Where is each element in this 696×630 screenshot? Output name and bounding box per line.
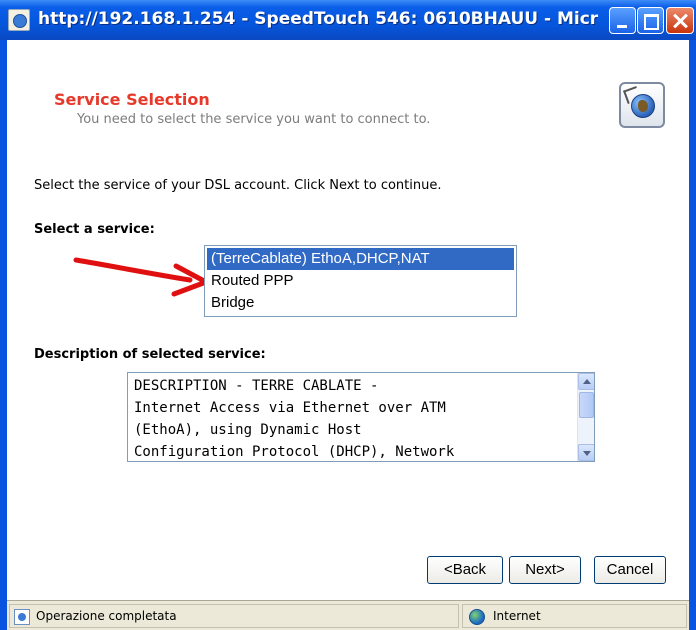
page-done-icon bbox=[14, 609, 30, 625]
service-listbox[interactable]: (TerreCablate) EthoA,DHCP,NAT Routed PPP… bbox=[204, 245, 517, 317]
security-zone-pane[interactable]: Internet bbox=[462, 604, 687, 628]
back-button[interactable]: <Back bbox=[427, 556, 503, 584]
wizard-page: Service Selection You need to select the… bbox=[7, 40, 689, 600]
scroll-down-icon[interactable] bbox=[578, 444, 594, 461]
scroll-thumb[interactable] bbox=[579, 392, 594, 418]
ie-page-icon bbox=[8, 9, 30, 31]
next-button[interactable]: Next> bbox=[509, 556, 581, 584]
scroll-up-icon[interactable] bbox=[578, 373, 594, 390]
maximize-button[interactable] bbox=[637, 7, 664, 34]
close-button[interactable] bbox=[666, 7, 694, 34]
service-option-routed-ppp[interactable]: Routed PPP bbox=[207, 270, 514, 292]
service-option-terrecablate[interactable]: (TerreCablate) EthoA,DHCP,NAT bbox=[207, 248, 514, 270]
internet-globe-icon bbox=[469, 609, 485, 625]
service-select-label: Select a service: bbox=[34, 222, 155, 237]
service-option-bridge[interactable]: Bridge bbox=[207, 292, 514, 314]
browser-window: http://192.168.1.254 - SpeedTouch 546: 0… bbox=[0, 0, 696, 630]
description-line: Internet Access via Ethernet over ATM bbox=[134, 400, 446, 416]
security-zone-label: Internet bbox=[493, 609, 541, 623]
network-globe-icon bbox=[619, 82, 665, 128]
title-bar[interactable]: http://192.168.1.254 - SpeedTouch 546: 0… bbox=[0, 0, 696, 40]
description-scrollbar[interactable] bbox=[577, 373, 594, 461]
description-label: Description of selected service: bbox=[34, 347, 266, 362]
instruction-text: Select the service of your DSL account. … bbox=[34, 178, 442, 193]
description-line: Configuration Protocol (DHCP), Network bbox=[134, 444, 455, 460]
status-pane: Operazione completata bbox=[9, 604, 459, 628]
status-text: Operazione completata bbox=[36, 609, 177, 623]
page-subtitle: You need to select the service you want … bbox=[77, 112, 431, 127]
minimize-button[interactable] bbox=[609, 7, 636, 34]
description-line: (EthoA), using Dynamic Host bbox=[134, 422, 362, 438]
page-title: Service Selection bbox=[54, 90, 210, 109]
window-title: http://192.168.1.254 - SpeedTouch 546: 0… bbox=[38, 9, 598, 29]
annotation-arrow-icon bbox=[73, 257, 209, 297]
description-textarea[interactable]: DESCRIPTION - TERRE CABLATE - Internet A… bbox=[127, 372, 595, 462]
cancel-button[interactable]: Cancel bbox=[594, 556, 666, 584]
description-line: DESCRIPTION - TERRE CABLATE - bbox=[134, 378, 379, 394]
status-bar: Operazione completata Internet bbox=[7, 600, 689, 630]
